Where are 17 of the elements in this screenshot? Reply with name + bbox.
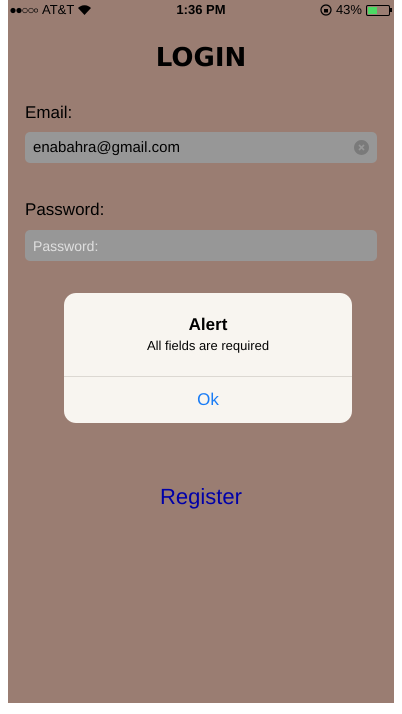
alert-title: Alert [188, 315, 228, 335]
password-label: Password: [25, 199, 106, 221]
battery-percent: 43% [336, 1, 362, 20]
alert-message: All fields are required [146, 337, 270, 354]
signal-icon [10, 6, 38, 14]
carrier-name: AT&T [42, 1, 74, 20]
email-label: Email: [25, 102, 74, 124]
password-field[interactable]: Password: [25, 230, 377, 261]
status-time: 1:36 PM [176, 1, 226, 20]
page-title: LOGIN [156, 42, 246, 74]
battery-icon [366, 4, 392, 16]
ok-button[interactable]: Ok [64, 377, 352, 423]
clear-icon[interactable] [354, 140, 369, 155]
rotation-lock-icon [320, 4, 332, 16]
register-link[interactable]: Register [160, 483, 242, 511]
email-field[interactable]: enabahra@gmail.com [25, 132, 377, 163]
wifi-icon [78, 5, 92, 15]
